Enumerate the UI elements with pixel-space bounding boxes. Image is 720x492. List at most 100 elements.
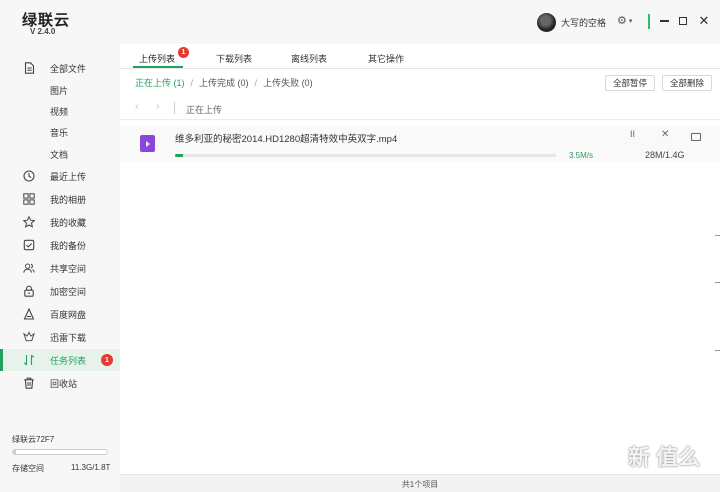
- clock-icon: [23, 170, 35, 182]
- pause-icon[interactable]: II: [630, 129, 635, 139]
- sidebar-item-label: 文档: [50, 149, 69, 160]
- storage-bar-fill: [13, 450, 16, 454]
- sidebar-item-docs[interactable]: 文档: [0, 143, 120, 165]
- status-footer: 共1个项目: [120, 474, 720, 492]
- filter-separator: /: [254, 77, 258, 88]
- storage-bar: [12, 449, 108, 455]
- task-file-name: 维多利亚的秘密2014.HD1280超清特效中英双字.mp4: [175, 134, 398, 145]
- sidebar-item-label: 全部文件: [50, 63, 87, 74]
- sidebar-item-favorites[interactable]: 我的收藏: [0, 211, 120, 233]
- forward-icon[interactable]: ›: [156, 101, 160, 113]
- sort-icon: [23, 354, 35, 366]
- video-file-icon: [140, 135, 155, 152]
- sidebar-item-label: 迅雷下载: [50, 332, 87, 343]
- sidebar-item-label: 视频: [50, 106, 69, 117]
- sidebar-item-label: 我的收藏: [50, 217, 87, 228]
- edge-tick: [715, 282, 720, 283]
- sidebar-item-images[interactable]: 图片: [0, 79, 120, 101]
- sidebar-item-shared-space[interactable]: 共享空间: [0, 257, 120, 279]
- main-panel: 上传列表 1 下载列表 离线列表 其它操作 正在上传 (1) / 上传完成 (0…: [120, 44, 720, 492]
- sidebar-item-music[interactable]: 音乐: [0, 121, 120, 143]
- users-icon: [23, 262, 35, 274]
- path-bar: ‹ › 正在上传: [120, 96, 720, 120]
- sidebar-item-label: 音乐: [50, 127, 69, 138]
- sidebar-item-recent-uploads[interactable]: 最近上传: [0, 165, 120, 187]
- settings-button[interactable]: ⚙ ▾: [617, 14, 632, 27]
- sidebar-item-task-list[interactable]: 任务列表 1: [0, 349, 120, 371]
- sidebar-item-label: 共享空间: [50, 263, 87, 274]
- storage-label: 存储空间: [12, 464, 44, 473]
- minimize-icon: [659, 20, 669, 22]
- watermark: 新 值么: [628, 445, 701, 470]
- tab-offline-list[interactable]: 离线列表: [291, 52, 327, 65]
- avatar[interactable]: [537, 12, 556, 32]
- cancel-icon[interactable]: ✕: [661, 129, 669, 140]
- upload-filters: 正在上传 (1) / 上传完成 (0) / 上传失败 (0): [135, 76, 313, 89]
- sidebar-item-label: 图片: [50, 85, 69, 96]
- tab-download-list[interactable]: 下载列表: [216, 52, 252, 65]
- filter-completed[interactable]: 上传完成 (0): [199, 76, 249, 89]
- active-tab-indicator: [133, 66, 183, 68]
- upload-count-badge: 1: [178, 47, 189, 58]
- delete-all-button[interactable]: 全部删除: [662, 75, 713, 91]
- tab-other-operations[interactable]: 其它操作: [368, 52, 404, 65]
- path-divider: [174, 102, 175, 114]
- item-count: 共1个项目: [401, 480, 439, 489]
- maximize-button[interactable]: [676, 13, 690, 29]
- pause-all-button[interactable]: 全部暂停: [605, 75, 656, 91]
- sidebar-item-backup[interactable]: 我的备份: [0, 234, 120, 256]
- task-progress-bar: [175, 154, 556, 157]
- title-bar: 绿联云 V 2.4.0 大写的空格 ⚙ ▾ ✕: [0, 0, 720, 44]
- sidebar-item-label: 加密空间: [50, 286, 87, 297]
- right-edge-marks: [712, 60, 720, 492]
- sidebar-item-label: 回收站: [50, 378, 78, 389]
- sidebar: 全部文件 图片 视频 音乐 文档 最近上传 我的相册 我的收藏 我的备份 共享空…: [0, 44, 120, 492]
- tab-bar: 上传列表 1 下载列表 离线列表 其它操作: [120, 44, 720, 69]
- sidebar-item-baidu-netdisk[interactable]: 百度网盘: [0, 303, 120, 325]
- task-progress-fill: [175, 154, 183, 157]
- minimize-button[interactable]: [657, 13, 671, 29]
- star-icon: [23, 216, 35, 228]
- cloud-drive-icon: [23, 308, 35, 320]
- sidebar-item-label: 我的相册: [50, 194, 87, 205]
- task-count-badge: 1: [101, 354, 113, 366]
- sidebar-item-recycle-bin[interactable]: 回收站: [0, 372, 120, 394]
- open-folder-icon[interactable]: [691, 133, 701, 141]
- close-button[interactable]: ✕: [697, 13, 711, 29]
- sidebar-item-xunlei-download[interactable]: 迅雷下载: [0, 326, 120, 348]
- sidebar-item-label: 最近上传: [50, 171, 87, 182]
- breadcrumb: 正在上传: [186, 105, 223, 115]
- filter-separator: /: [190, 77, 194, 88]
- sidebar-item-album[interactable]: 我的相册: [0, 188, 120, 210]
- sidebar-item-encrypted-space[interactable]: 加密空间: [0, 280, 120, 302]
- edge-tick: [715, 350, 720, 351]
- sidebar-item-label: 百度网盘: [50, 309, 87, 320]
- trash-icon: [23, 377, 35, 389]
- lock-icon: [23, 285, 35, 297]
- task-size: 28M/1.4G: [645, 150, 685, 160]
- bird-icon: [23, 331, 35, 343]
- filter-failed[interactable]: 上传失败 (0): [263, 76, 313, 89]
- user-name[interactable]: 大写的空格: [561, 16, 606, 29]
- maximize-icon: [679, 17, 687, 25]
- gear-icon: ⚙: [617, 15, 627, 27]
- app-version: V 2.4.0: [30, 27, 56, 36]
- document-icon: [23, 62, 35, 74]
- filter-uploading[interactable]: 正在上传 (1): [135, 76, 185, 89]
- device-name: 绿联云72F7: [12, 435, 55, 444]
- tab-upload-list[interactable]: 上传列表: [139, 52, 175, 65]
- app-window: 绿联云 V 2.4.0 大写的空格 ⚙ ▾ ✕ 全部文件 图片 视频 音乐 文档…: [0, 0, 720, 492]
- edge-tick: [715, 235, 720, 236]
- user-menu[interactable]: 大写的空格: [537, 12, 606, 32]
- storage-value: 11.3G/1.8T: [71, 463, 111, 472]
- sidebar-item-label: 任务列表: [50, 355, 87, 366]
- sidebar-item-all-files[interactable]: 全部文件: [0, 57, 120, 79]
- window-divider: [648, 14, 650, 29]
- close-icon: ✕: [698, 13, 710, 28]
- chevron-down-icon: ▾: [628, 17, 633, 25]
- grid-icon: [23, 193, 35, 205]
- upload-task-row[interactable]: 维多利亚的秘密2014.HD1280超清特效中英双字.mp4 3.5M/s 28…: [120, 126, 720, 162]
- sidebar-item-videos[interactable]: 视频: [0, 100, 120, 122]
- back-icon[interactable]: ‹: [135, 101, 139, 113]
- task-speed: 3.5M/s: [569, 151, 594, 160]
